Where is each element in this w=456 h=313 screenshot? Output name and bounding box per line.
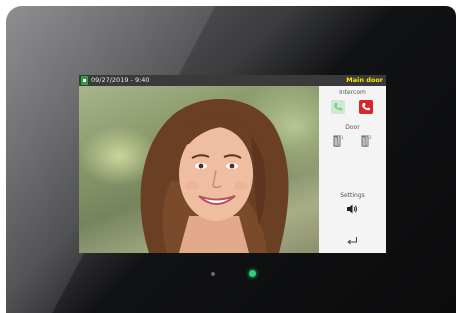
svg-text:2: 2 [369,135,372,140]
status-led-on [249,270,256,277]
control-panel: Intercom Door 1 2 Settings [319,86,386,253]
speaker-icon [347,204,357,214]
door-icon: 2 [361,135,372,147]
return-arrow-icon [347,237,357,245]
door-2-button[interactable]: 2 [359,134,373,148]
volume-button[interactable] [345,202,359,216]
visitor-image [140,98,289,253]
door-icon: 1 [333,135,344,147]
status-bar: ▪ 09/27/2019 - 9:40 Main door [79,75,386,86]
display-screen: ▪ 09/27/2019 - 9:40 Main door Intercom D… [79,75,386,253]
intercom-label: Intercom [339,89,366,96]
hang-up-button[interactable] [359,100,373,114]
svg-text:1: 1 [341,135,344,140]
status-led-off [211,272,215,278]
intercom-device: ▪ 09/27/2019 - 9:40 Main door Intercom D… [6,6,456,313]
camera-video-feed [79,86,319,253]
location-label: Main door [346,76,383,84]
settings-label: Settings [340,192,365,199]
datetime: 09/27/2019 - 9:40 [91,76,150,84]
status-icon: ▪ [81,76,88,85]
phone-icon [334,103,342,111]
door-1-button[interactable]: 1 [331,134,345,148]
back-button[interactable] [345,234,359,248]
door-label: Door [345,124,360,131]
accept-call-button[interactable] [331,100,345,114]
hangup-icon [362,103,370,111]
